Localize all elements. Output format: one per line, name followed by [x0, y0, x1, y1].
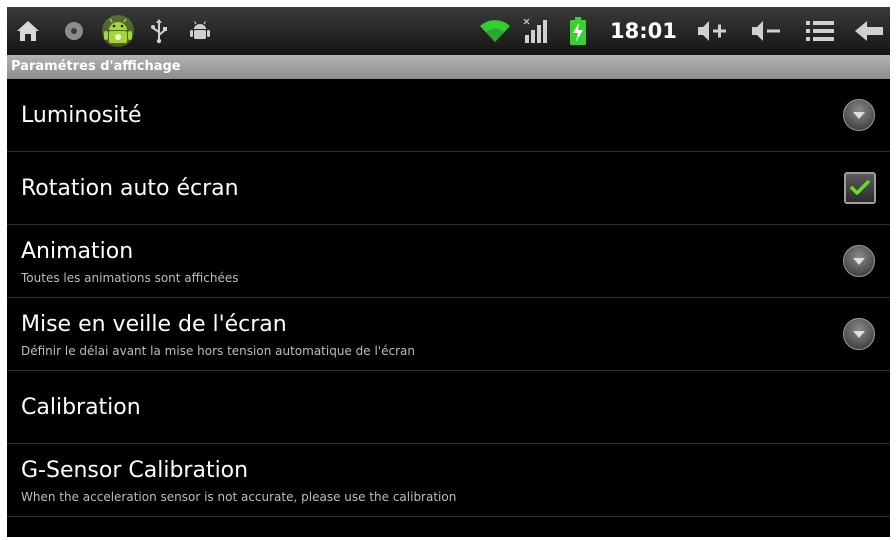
- volume-down-icon[interactable]: [749, 15, 783, 47]
- checkmark-icon: [850, 180, 870, 195]
- setting-gsensor-calibration[interactable]: G-Sensor Calibration When the accelerati…: [7, 444, 890, 517]
- setting-calibration[interactable]: Calibration: [7, 371, 890, 444]
- section-header: Paramétres d'affichage: [7, 55, 890, 79]
- android-debug-icon: [99, 15, 137, 47]
- dropdown-icon[interactable]: [843, 318, 875, 350]
- settings-list: Luminosité Rotation auto écran Animation…: [7, 79, 890, 517]
- menu-icon[interactable]: [805, 15, 835, 47]
- dropdown-icon[interactable]: [843, 99, 875, 131]
- setting-brightness[interactable]: Luminosité: [7, 79, 890, 152]
- setting-title: Luminosité: [21, 103, 142, 128]
- dropdown-icon[interactable]: [843, 245, 875, 277]
- setting-title: Mise en veille de l'écran: [21, 312, 287, 337]
- home-icon[interactable]: [13, 15, 43, 47]
- signal-icon: [521, 15, 551, 47]
- setting-auto-rotate[interactable]: Rotation auto écran: [7, 152, 890, 225]
- auto-rotate-checkbox[interactable]: [844, 172, 876, 204]
- setting-animation[interactable]: Animation Toutes les animations sont aff…: [7, 225, 890, 298]
- setting-screen-timeout[interactable]: Mise en veille de l'écran Définir le dél…: [7, 298, 890, 371]
- status-bar: 18:01: [7, 7, 890, 55]
- android-icon: [187, 15, 213, 47]
- volume-up-icon[interactable]: [695, 15, 729, 47]
- setting-title: G-Sensor Calibration: [21, 458, 249, 483]
- wifi-icon: [477, 15, 513, 47]
- media-icon: [61, 15, 87, 47]
- back-icon[interactable]: [853, 15, 885, 47]
- setting-title: Animation: [21, 239, 134, 264]
- setting-summary: When the acceleration sensor is not accu…: [21, 490, 457, 504]
- setting-title: Calibration: [21, 395, 141, 420]
- setting-summary: Définir le délai avant la mise hors tens…: [21, 344, 415, 358]
- android-screen: 18:01 Paramétres d'affichage Luminosité …: [7, 7, 890, 537]
- setting-title: Rotation auto écran: [21, 176, 239, 201]
- status-time: 18:01: [610, 19, 677, 43]
- setting-summary: Toutes les animations sont affichées: [21, 271, 239, 285]
- battery-charging-icon: [567, 15, 589, 47]
- usb-icon: [147, 15, 171, 47]
